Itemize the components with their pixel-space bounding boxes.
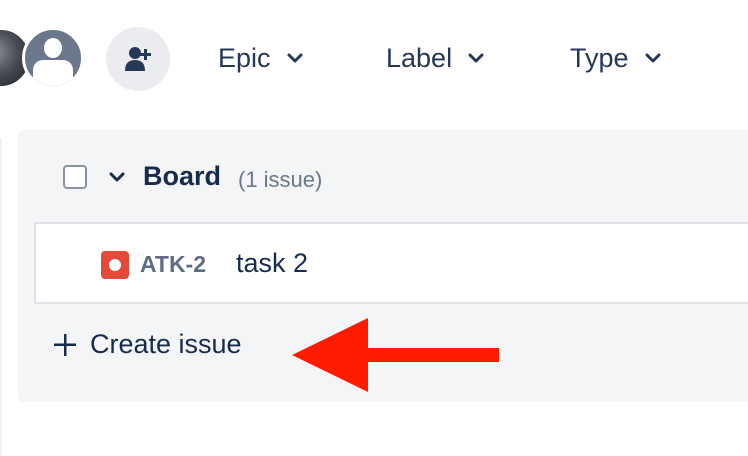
epic-filter-label: Epic xyxy=(218,42,271,73)
label-filter-label: Label xyxy=(386,42,453,73)
chevron-down-icon xyxy=(287,53,303,63)
epic-filter-dropdown[interactable]: Epic xyxy=(218,40,305,76)
bug-icon xyxy=(101,251,129,279)
user-avatar-default[interactable] xyxy=(22,27,84,89)
add-person-icon xyxy=(125,47,151,71)
annotation-arrow-icon xyxy=(292,318,499,392)
select-group-checkbox[interactable] xyxy=(63,165,87,189)
issue-summary[interactable]: task 2 xyxy=(236,248,308,279)
label-filter-dropdown[interactable]: Label xyxy=(386,40,486,76)
bug-icon-dot xyxy=(109,259,121,271)
group-title: Board xyxy=(143,161,222,191)
collapse-group-chevron-icon[interactable] xyxy=(108,168,126,186)
chevron-down-icon xyxy=(468,53,484,63)
type-filter-dropdown[interactable]: Type xyxy=(570,40,663,76)
type-filter-label: Type xyxy=(570,42,629,73)
chevron-down-icon xyxy=(645,53,661,63)
create-issue-button[interactable]: Create issue xyxy=(52,329,242,360)
plus-icon xyxy=(54,333,76,356)
avatar-head-shape xyxy=(44,38,62,58)
column-divider xyxy=(0,138,2,456)
issue-key-link[interactable]: ATK-2 xyxy=(140,251,206,278)
create-issue-label: Create issue xyxy=(90,329,242,359)
avatar-body-shape xyxy=(33,60,73,86)
add-people-button[interactable] xyxy=(106,27,170,91)
group-issue-count: (1 issue) xyxy=(238,167,323,192)
